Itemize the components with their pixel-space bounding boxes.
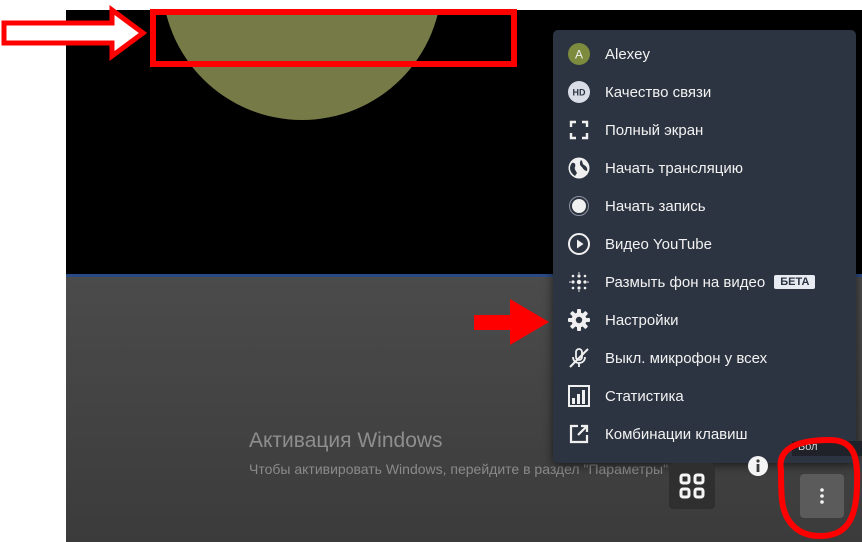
menu-item-youtube[interactable]: Видео YouTube: [553, 225, 856, 263]
menu-item-label: Полный экран: [605, 121, 704, 139]
windows-activation-title: Активация Windows: [249, 429, 443, 452]
menu-item-label: Качество связи: [605, 83, 712, 101]
mute-mic-icon: [565, 344, 593, 372]
menu-item-stats[interactable]: Статистика: [553, 377, 856, 415]
external-link-icon: [565, 420, 593, 448]
menu-item-fullscreen[interactable]: Полный экран: [553, 111, 856, 149]
fullscreen-icon: [565, 116, 593, 144]
more-vertical-icon: [820, 488, 824, 504]
menu-item-label: Начать запись: [605, 197, 706, 215]
menu-item-quality[interactable]: HD Качество связи: [553, 73, 856, 111]
video-stage: Активация Windows Чтобы активировать Win…: [66, 10, 862, 542]
menu-item-label: Выкл. микрофон у всех: [605, 349, 768, 367]
tooltip: Бол: [792, 441, 862, 456]
grid-view-icon: [679, 473, 705, 499]
user-avatar-icon: A: [565, 40, 593, 68]
menu-item-broadcast[interactable]: Начать трансляцию: [553, 149, 856, 187]
quality-hd-icon: HD: [565, 78, 593, 106]
play-icon: [565, 230, 593, 258]
menu-item-label: Комбинации клавиш: [605, 425, 748, 443]
stats-icon: [565, 382, 593, 410]
globe-icon: [565, 154, 593, 182]
info-button[interactable]: [744, 452, 772, 480]
menu-item-label: Настройки: [605, 311, 679, 329]
more-options-button[interactable]: [800, 474, 844, 518]
menu-item-label: Начать трансляцию: [605, 159, 743, 177]
more-options-menu: A Alexey HD Качество связи Полный экран: [553, 30, 856, 463]
menu-item-label: Статистика: [605, 387, 684, 405]
menu-item-label: Размыть фон на видео: [605, 273, 766, 291]
menu-item-label: Видео YouTube: [605, 235, 712, 253]
grid-view-button[interactable]: [669, 463, 715, 509]
menu-item-blur-background[interactable]: Размыть фон на видео БЕТА: [553, 263, 856, 301]
beta-badge: БЕТА: [774, 275, 816, 289]
gear-icon: [565, 306, 593, 334]
menu-item-record[interactable]: Начать запись: [553, 187, 856, 225]
record-icon: [565, 192, 593, 220]
menu-item-settings[interactable]: Настройки: [553, 301, 856, 339]
info-icon: [748, 456, 768, 476]
windows-activation-subtitle: Чтобы активировать Windows, перейдите в …: [249, 461, 672, 477]
participant-avatar: [162, 10, 442, 120]
blur-icon: [565, 268, 593, 296]
menu-item-alexey[interactable]: A Alexey: [553, 35, 856, 73]
svg-text:A: A: [575, 48, 583, 62]
svg-text:HD: HD: [573, 88, 586, 98]
menu-item-mute-all[interactable]: Выкл. микрофон у всех: [553, 339, 856, 377]
menu-item-label: Alexey: [605, 45, 651, 63]
